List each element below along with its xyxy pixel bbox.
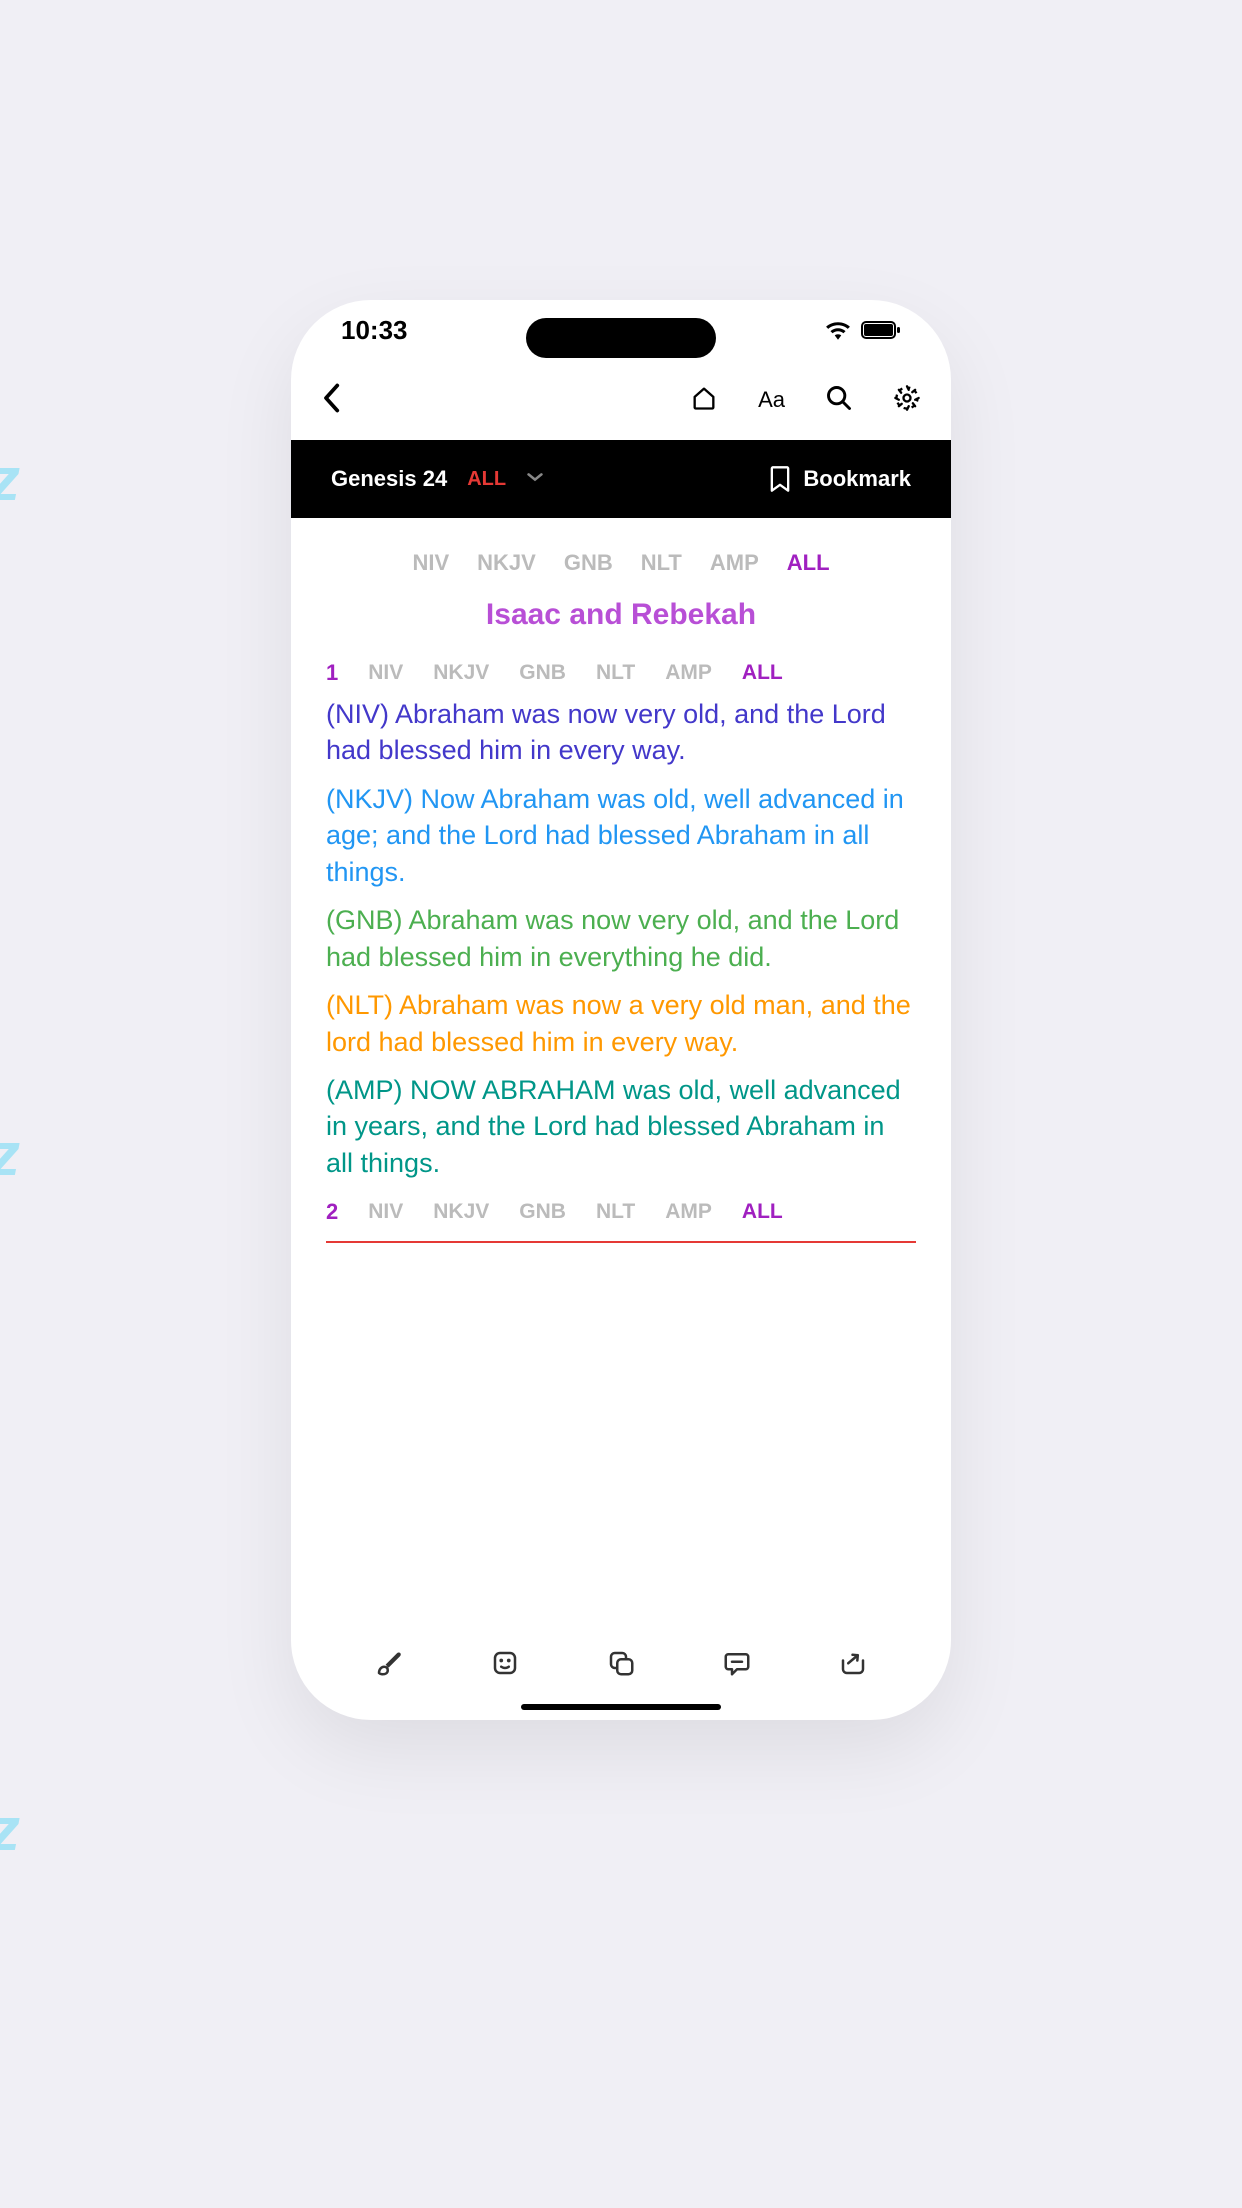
verse-text-gnb[interactable]: (GNB) Abraham was now very old, and the … — [326, 902, 916, 975]
phone-notch — [526, 318, 716, 358]
chapter-bar: Genesis 24 ALL Bookmark — [291, 440, 951, 518]
chat-icon — [722, 1648, 752, 1678]
share-button[interactable] — [838, 1648, 868, 1683]
copy-button[interactable] — [606, 1648, 636, 1683]
verse-version-nkjv[interactable]: NKJV — [433, 1200, 489, 1224]
verse-version-gnb[interactable]: GNB — [519, 1200, 566, 1224]
bottom-toolbar — [291, 1630, 951, 1700]
nav-bar: Aa — [291, 360, 951, 440]
version-tab-nlt[interactable]: NLT — [641, 550, 682, 576]
verse-version-amp[interactable]: AMP — [665, 661, 712, 685]
search-icon — [825, 384, 853, 412]
bookmark-label: Bookmark — [803, 466, 911, 492]
back-button[interactable] — [321, 383, 341, 418]
phone-frame: 10:33 Aa Genesis 24 ALL — [291, 300, 951, 1720]
verse-version-nlt[interactable]: NLT — [596, 661, 635, 685]
highlight-button[interactable] — [374, 1648, 404, 1683]
verse-text-nlt[interactable]: (NLT) Abraham was now a very old man, an… — [326, 987, 916, 1060]
verse-text-niv[interactable]: (NIV) Abraham was now very old, and the … — [326, 696, 916, 769]
note-button[interactable] — [490, 1648, 520, 1683]
verse-text-nkjv[interactable]: (NKJV) Now Abraham was old, well advance… — [326, 781, 916, 890]
verse-version-gnb[interactable]: GNB — [519, 661, 566, 685]
verse-version-nkjv[interactable]: NKJV — [433, 661, 489, 685]
verse-version-all[interactable]: ALL — [742, 1200, 783, 1224]
verse-header: 2 NIV NKJV GNB NLT AMP ALL — [326, 1193, 916, 1235]
bg-decoration: z — [0, 445, 20, 514]
content-area: NIV NKJV GNB NLT AMP ALL Isaac and Rebek… — [291, 518, 951, 1263]
home-indicator[interactable] — [521, 1704, 721, 1710]
verse-header: 1 NIV NKJV GNB NLT AMP ALL — [326, 654, 916, 696]
settings-button[interactable] — [893, 384, 921, 417]
battery-icon — [861, 320, 901, 340]
verse-version-niv[interactable]: NIV — [368, 1200, 403, 1224]
version-tab-nkjv[interactable]: NKJV — [477, 550, 536, 576]
note-icon — [490, 1648, 520, 1678]
chevron-down-icon[interactable] — [526, 470, 544, 488]
version-tab-gnb[interactable]: GNB — [564, 550, 613, 576]
font-size-button[interactable]: Aa — [758, 387, 785, 413]
version-tab-niv[interactable]: NIV — [412, 550, 449, 576]
bg-decoration: z — [0, 1795, 20, 1864]
verse-text-amp[interactable]: (AMP) NOW ABRAHAM was old, well advanced… — [326, 1072, 916, 1181]
verse-number: 1 — [326, 660, 338, 686]
verse-divider — [326, 1241, 916, 1243]
verse-number: 2 — [326, 1199, 338, 1225]
bg-decoration: z — [0, 1120, 20, 1189]
bookmark-icon — [769, 465, 791, 493]
status-time: 10:33 — [341, 315, 408, 346]
verse-version-nlt[interactable]: NLT — [596, 1200, 635, 1224]
section-title: Isaac and Rebekah — [326, 598, 916, 632]
copy-icon — [606, 1648, 636, 1678]
home-button[interactable] — [690, 384, 718, 417]
wifi-icon — [825, 320, 851, 340]
chapter-version-selector[interactable]: ALL — [467, 468, 506, 491]
bookmark-button[interactable]: Bookmark — [769, 465, 911, 493]
verse-version-niv[interactable]: NIV — [368, 661, 403, 685]
chapter-title[interactable]: Genesis 24 — [331, 466, 447, 492]
gear-icon — [893, 384, 921, 412]
verse-version-all[interactable]: ALL — [742, 661, 783, 685]
share-icon — [838, 1648, 868, 1678]
verse-version-amp[interactable]: AMP — [665, 1200, 712, 1224]
version-tab-all[interactable]: ALL — [787, 550, 830, 576]
brush-icon — [374, 1648, 404, 1678]
search-button[interactable] — [825, 384, 853, 417]
version-tabs-top: NIV NKJV GNB NLT AMP ALL — [326, 538, 916, 584]
home-icon — [690, 384, 718, 412]
version-tab-amp[interactable]: AMP — [710, 550, 759, 576]
comment-button[interactable] — [722, 1648, 752, 1683]
